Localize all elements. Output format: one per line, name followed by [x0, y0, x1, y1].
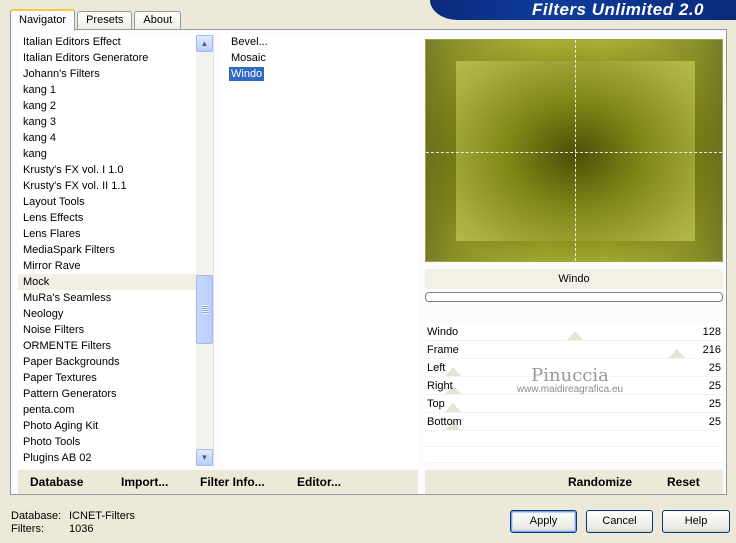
category-item[interactable]: MuRa's Seamless	[18, 290, 213, 306]
category-item[interactable]: Photo Tools	[18, 434, 213, 450]
reset-button[interactable]: Reset	[667, 470, 700, 494]
tab-presets[interactable]: Presets	[77, 11, 133, 30]
category-item[interactable]: Italian Editors Generatore	[18, 50, 213, 66]
category-item[interactable]: kang 3	[18, 114, 213, 130]
database-value: ICNET-Filters	[69, 510, 135, 522]
control-bar	[425, 292, 723, 302]
category-item[interactable]: Noise Filters	[18, 322, 213, 338]
crosshair-horizontal[interactable]	[426, 152, 722, 153]
param-slider-right[interactable]: Right 25	[425, 377, 723, 395]
category-item[interactable]: kang 2	[18, 98, 213, 114]
category-item[interactable]: ORMENTE Filters	[18, 338, 213, 354]
chevron-up-icon: ▲	[200, 39, 209, 48]
tab-about[interactable]: About	[134, 11, 182, 30]
scroll-down-button[interactable]: ▼	[196, 449, 213, 466]
category-item[interactable]: Paper Backgrounds	[18, 354, 213, 370]
left-toolbar: Database Import... Filter Info... Editor…	[18, 470, 418, 494]
crosshair-vertical[interactable]	[575, 40, 576, 261]
scroll-thumb[interactable]	[196, 275, 213, 344]
empty-param-row	[425, 447, 723, 463]
filter-item-selected[interactable]: Windo	[220, 66, 418, 82]
category-item[interactable]: Mirror Rave	[18, 258, 213, 274]
category-item[interactable]: Plugins AB 02	[18, 450, 213, 466]
help-button[interactable]: Help	[662, 510, 730, 533]
category-scrollbar[interactable]: ▲ ▼	[196, 35, 213, 466]
category-item[interactable]: Layout Tools	[18, 194, 213, 210]
category-item[interactable]: Italian Editors Effect	[18, 34, 213, 50]
parameter-empty-rows	[425, 431, 723, 463]
category-item[interactable]: Photo Aging Kit	[18, 418, 213, 434]
database-button[interactable]: Database	[30, 470, 83, 494]
right-toolbar: Randomize Reset	[425, 470, 723, 494]
category-item[interactable]: Lens Flares	[18, 226, 213, 242]
param-slider-windo[interactable]: Windo 128	[425, 323, 723, 341]
category-item[interactable]: MediaSpark Filters	[18, 242, 213, 258]
param-slider-frame[interactable]: Frame 216	[425, 341, 723, 359]
param-slider-left[interactable]: Left 25	[425, 359, 723, 377]
app-title-banner: Filters Unlimited 2.0	[430, 0, 736, 20]
param-slider-bottom[interactable]: Bottom 25	[425, 413, 723, 431]
filters-count-value: 1036	[69, 523, 94, 535]
slider-marker-icon[interactable]	[567, 331, 583, 340]
category-item[interactable]: Lens Effects	[18, 210, 213, 226]
tab-navigator[interactable]: Navigator	[10, 9, 76, 31]
category-item[interactable]: Krusty's FX vol. II 1.1	[18, 178, 213, 194]
import-button[interactable]: Import...	[121, 470, 168, 494]
cancel-button[interactable]: Cancel	[586, 510, 653, 533]
filter-control-title: Windo	[425, 269, 723, 289]
randomize-button[interactable]: Randomize	[568, 470, 632, 494]
filter-info-button[interactable]: Filter Info...	[200, 470, 265, 494]
category-item-selected[interactable]: Mock	[18, 274, 213, 290]
scroll-up-button[interactable]: ▲	[196, 35, 213, 52]
chevron-down-icon: ▼	[200, 453, 209, 462]
category-item[interactable]: kang 1	[18, 82, 213, 98]
tab-strip: Navigator Presets About	[10, 8, 183, 31]
app-title: Filters Unlimited 2.0	[531, 0, 704, 19]
parameter-list: Windo 128 Frame 216 Left 25 Right 25 Top…	[425, 323, 723, 431]
slider-marker-icon[interactable]	[445, 367, 461, 376]
database-label: Database:	[11, 510, 62, 522]
apply-button[interactable]: Apply	[510, 510, 577, 533]
filters-count-label: Filters:	[11, 523, 44, 535]
filter-item[interactable]: Mosaic	[220, 50, 418, 66]
category-item[interactable]: Pattern Generators	[18, 386, 213, 402]
category-item[interactable]: Krusty's FX vol. I 1.0	[18, 162, 213, 178]
category-item[interactable]: kang	[18, 146, 213, 162]
filter-list[interactable]: Bevel... Mosaic Windo	[220, 34, 418, 468]
category-list[interactable]: Italian Editors Effect Italian Editors G…	[18, 34, 214, 468]
param-slider-top[interactable]: Top 25	[425, 395, 723, 413]
grip-icon	[202, 305, 209, 314]
preview-image	[425, 39, 723, 262]
category-item[interactable]: Johann's Filters	[18, 66, 213, 82]
empty-param-row	[425, 431, 723, 447]
editor-button[interactable]: Editor...	[297, 470, 341, 494]
filter-item[interactable]: Bevel...	[220, 34, 418, 50]
category-item[interactable]: Paper Textures	[18, 370, 213, 386]
slider-marker-icon[interactable]	[669, 349, 685, 358]
category-item[interactable]: kang 4	[18, 130, 213, 146]
status-info: Database: ICNET-Filters Filters: 1036	[11, 510, 135, 536]
category-item[interactable]: penta.com	[18, 402, 213, 418]
slider-marker-icon[interactable]	[445, 403, 461, 412]
category-item[interactable]: Neology	[18, 306, 213, 322]
